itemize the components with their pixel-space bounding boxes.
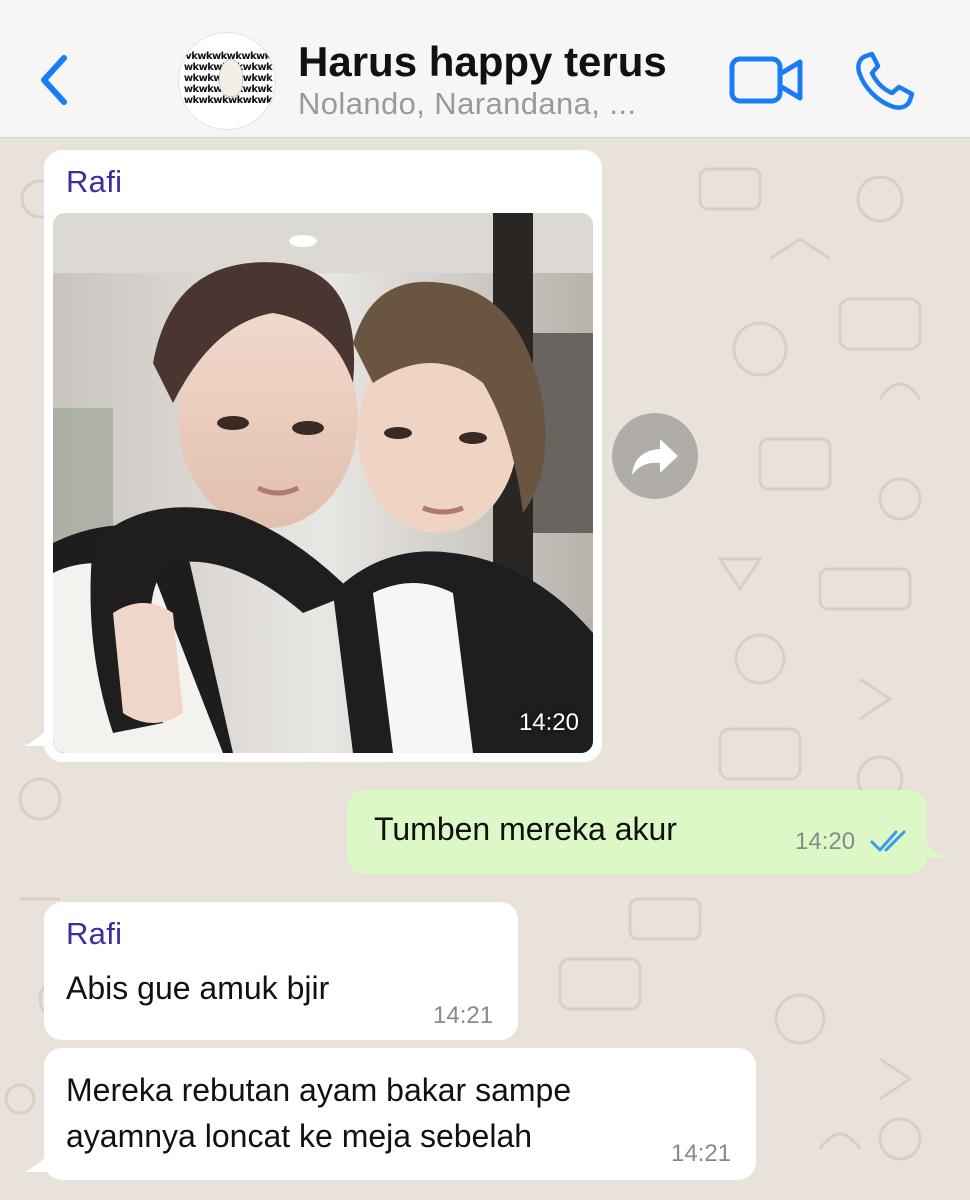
- forward-button[interactable]: [612, 413, 698, 499]
- message-timestamp: 14:20: [795, 828, 856, 855]
- video-camera-icon: [729, 56, 803, 104]
- video-call-button[interactable]: [728, 52, 806, 108]
- back-button[interactable]: [30, 48, 82, 112]
- double-check-icon: [870, 830, 906, 852]
- bubble-tail: [24, 1146, 54, 1172]
- bubble-tail: [24, 720, 54, 746]
- phone-icon: [856, 51, 915, 110]
- chevron-left-icon: [41, 55, 67, 105]
- message-timestamp: 14:21: [433, 1002, 494, 1029]
- message-text-line-2[interactable]: ayamnya loncat ke meja sebelah: [66, 1118, 532, 1155]
- group-members[interactable]: Nolando, Narandana, ...: [298, 86, 636, 122]
- forward-arrow-icon: [632, 439, 678, 475]
- message-text-line-1[interactable]: Mereka rebutan ayam bakar sampe: [66, 1072, 571, 1109]
- message-text[interactable]: Tumben mereka akur: [374, 811, 677, 848]
- chat-header: vkwkwkwkwkwkwkwkwkwkwkwkwkwkwkwkwkwkwkwk…: [0, 0, 970, 138]
- voice-call-button[interactable]: [852, 50, 918, 112]
- shared-photo[interactable]: 14:20: [53, 213, 593, 753]
- group-title[interactable]: Harus happy terus: [298, 38, 667, 86]
- duck-figure: [219, 59, 243, 97]
- photo-timestamp: 14:20: [518, 709, 579, 736]
- incoming-message-bubble[interactable]: [44, 1048, 756, 1180]
- photo-image: [53, 213, 593, 753]
- message-text[interactable]: Abis gue amuk bjir: [66, 970, 329, 1007]
- message-timestamp: 14:21: [671, 1140, 732, 1167]
- sender-name[interactable]: Rafi: [66, 164, 122, 200]
- bubble-tail: [918, 836, 948, 858]
- group-avatar[interactable]: vkwkwkwkwkwkwkwkwkwkwkwkwkwkwkwkwkwkwkwk…: [178, 32, 276, 130]
- sender-name[interactable]: Rafi: [66, 916, 122, 952]
